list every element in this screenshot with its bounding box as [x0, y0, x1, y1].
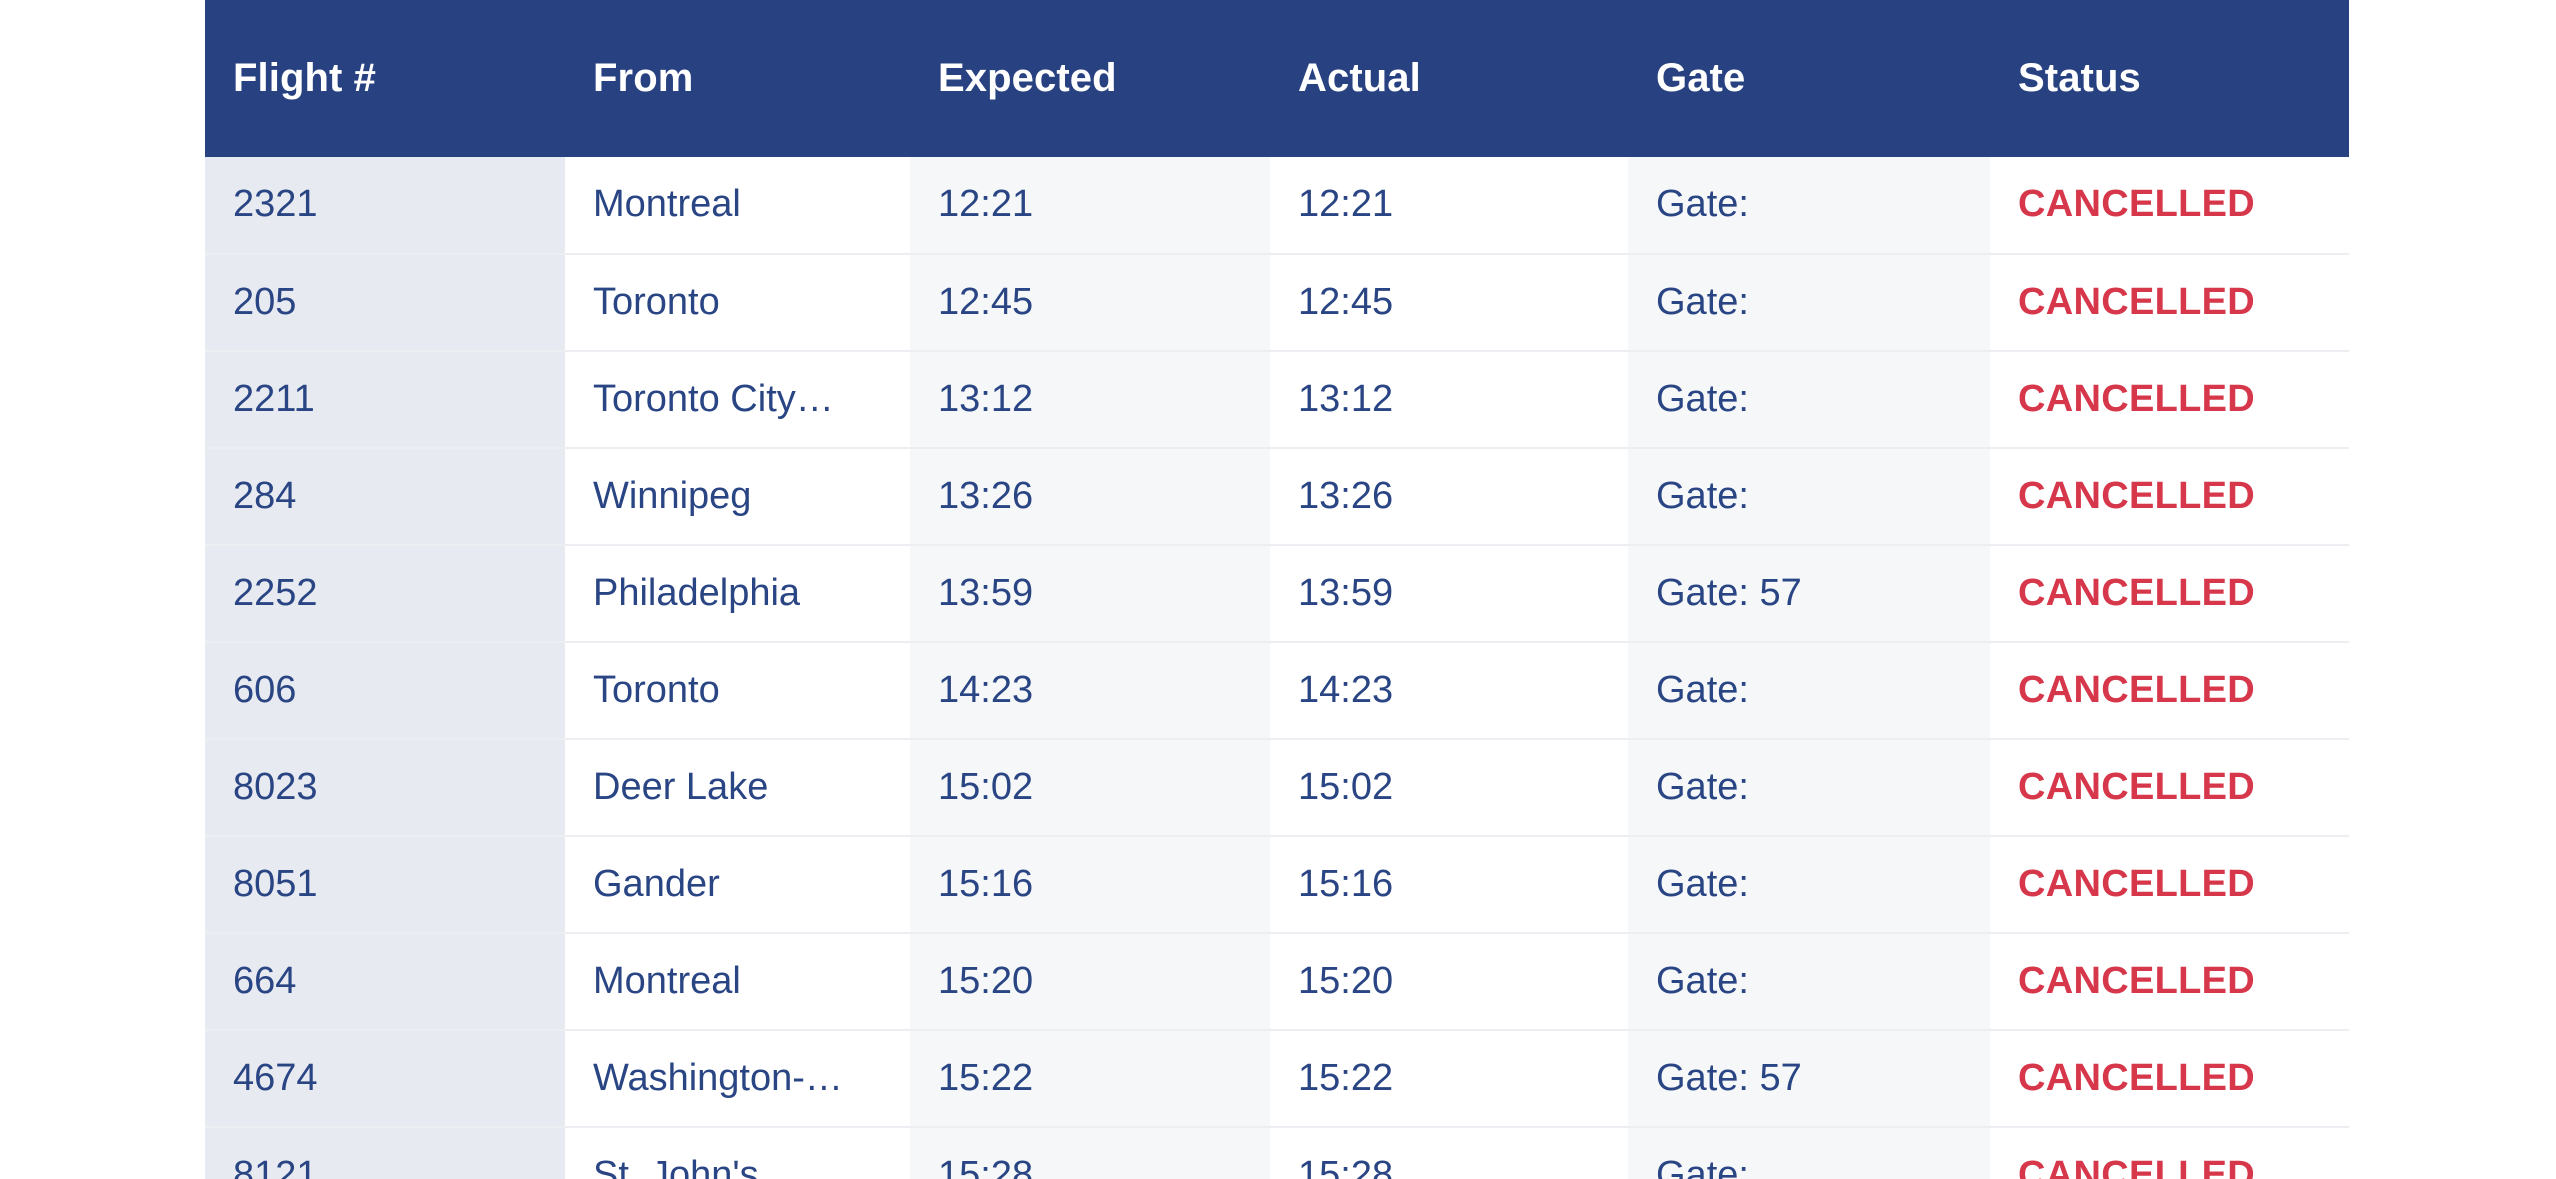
table-row[interactable]: 4674 Washington-… 15:22 15:22 Gate: 57 CANCEL… — [205, 1030, 2349, 1128]
cell-actual: 15:20 — [1270, 933, 1628, 1031]
table-row[interactable]: 606 Toronto 14:23 14:23 Gate: CANCELLED — [205, 642, 2349, 740]
cell-expected: 13:12 — [910, 351, 1270, 449]
cell-actual: 13:12 — [1270, 351, 1628, 449]
cell-status: CANCELLED — [1990, 545, 2349, 643]
flight-arrivals-table: Flight # From Expected Actual Gate Statu… — [205, 0, 2349, 1179]
cell-flight: 664 — [205, 933, 565, 1031]
cell-status: CANCELLED — [1990, 1127, 2349, 1179]
cell-actual: 14:23 — [1270, 642, 1628, 740]
cell-flight: 284 — [205, 448, 565, 546]
cell-expected: 15:28 — [910, 1127, 1270, 1179]
cell-flight: 2321 — [205, 157, 565, 255]
cell-gate: Gate: 57 — [1628, 545, 1990, 643]
cell-flight: 4674 — [205, 1030, 565, 1128]
cell-expected: 15:22 — [910, 1030, 1270, 1128]
column-header-status[interactable]: Status — [1990, 0, 2349, 157]
cell-from: Washington-… — [565, 1030, 910, 1128]
cell-actual: 15:22 — [1270, 1030, 1628, 1128]
cell-gate: Gate: — [1628, 642, 1990, 740]
cell-status: CANCELLED — [1990, 836, 2349, 934]
cell-status: CANCELLED — [1990, 254, 2349, 352]
status-badge: CANCELLED — [2018, 862, 2256, 905]
cell-expected: 12:45 — [910, 254, 1270, 352]
status-badge: CANCELLED — [2018, 1153, 2256, 1179]
column-header-from[interactable]: From — [565, 0, 910, 157]
cell-flight: 8051 — [205, 836, 565, 934]
cell-actual: 12:45 — [1270, 254, 1628, 352]
cell-gate: Gate: — [1628, 448, 1990, 546]
cell-actual: 15:28 — [1270, 1127, 1628, 1179]
cell-status: CANCELLED — [1990, 1030, 2349, 1128]
status-badge: CANCELLED — [2018, 280, 2256, 323]
cell-flight: 205 — [205, 254, 565, 352]
cell-from: Toronto City… — [565, 351, 910, 449]
table-row[interactable]: 2211 Toronto City… 13:12 13:12 Gate: CANCELLE… — [205, 351, 2349, 449]
cell-expected: 15:02 — [910, 739, 1270, 837]
cell-expected: 13:26 — [910, 448, 1270, 546]
cell-actual: 13:59 — [1270, 545, 1628, 643]
table-row[interactable]: 284 Winnipeg 13:26 13:26 Gate: CANCELLED — [205, 448, 2349, 546]
table-row[interactable]: 664 Montreal 15:20 15:20 Gate: CANCELLED — [205, 933, 2349, 1031]
column-header-expected[interactable]: Expected — [910, 0, 1270, 157]
cell-gate: Gate: — [1628, 351, 1990, 449]
table-header: Flight # From Expected Actual Gate Statu… — [205, 0, 2349, 157]
cell-from: Gander — [565, 836, 910, 934]
table-header-row: Flight # From Expected Actual Gate Statu… — [205, 0, 2349, 157]
cell-status: CANCELLED — [1990, 933, 2349, 1031]
cell-from: Deer Lake — [565, 739, 910, 837]
cell-from: Winnipeg — [565, 448, 910, 546]
cell-status: CANCELLED — [1990, 642, 2349, 740]
cell-from: Philadelphia — [565, 545, 910, 643]
table-row[interactable]: 2252 Philadelphia 13:59 13:59 Gate: 57 CANCEL… — [205, 545, 2349, 643]
cell-from: Toronto — [565, 254, 910, 352]
column-header-gate[interactable]: Gate — [1628, 0, 1990, 157]
table-row[interactable]: 205 Toronto 12:45 12:45 Gate: CANCELLED — [205, 254, 2349, 352]
cell-flight: 8121 — [205, 1127, 565, 1179]
cell-from: Toronto — [565, 642, 910, 740]
cell-from: Montreal — [565, 933, 910, 1031]
cell-status: CANCELLED — [1990, 448, 2349, 546]
status-badge: CANCELLED — [2018, 377, 2256, 420]
cell-actual: 15:02 — [1270, 739, 1628, 837]
cell-from: St. John's — [565, 1127, 910, 1179]
cell-expected: 12:21 — [910, 157, 1270, 255]
status-badge: CANCELLED — [2018, 183, 2256, 226]
cell-actual: 12:21 — [1270, 157, 1628, 255]
table-body: 2321 Montreal 12:21 12:21 Gate: CANCELLED 205 T… — [205, 157, 2349, 1179]
cell-expected: 14:23 — [910, 642, 1270, 740]
table-row[interactable]: 8023 Deer Lake 15:02 15:02 Gate: CANCELLED — [205, 739, 2349, 837]
table-row[interactable]: 2321 Montreal 12:21 12:21 Gate: CANCELLED — [205, 157, 2349, 255]
status-badge: CANCELLED — [2018, 1056, 2256, 1099]
cell-expected: 15:16 — [910, 836, 1270, 934]
status-badge: CANCELLED — [2018, 668, 2256, 711]
cell-status: CANCELLED — [1990, 739, 2349, 837]
cell-flight: 2252 — [205, 545, 565, 643]
cell-gate: Gate: 57 — [1628, 1030, 1990, 1128]
flight-board-container: Flight # From Expected Actual Gate Statu… — [205, 0, 2349, 1179]
status-badge: CANCELLED — [2018, 571, 2256, 614]
cell-gate: Gate: — [1628, 1127, 1990, 1179]
cell-flight: 606 — [205, 642, 565, 740]
cell-flight: 2211 — [205, 351, 565, 449]
column-header-flight[interactable]: Flight # — [205, 0, 565, 157]
cell-gate: Gate: — [1628, 933, 1990, 1031]
cell-actual: 13:26 — [1270, 448, 1628, 546]
status-badge: CANCELLED — [2018, 765, 2256, 808]
status-badge: CANCELLED — [2018, 474, 2256, 517]
cell-gate: Gate: — [1628, 739, 1990, 837]
cell-gate: Gate: — [1628, 157, 1990, 255]
table-row[interactable]: 8121 St. John's 15:28 15:28 Gate: CANCELLED — [205, 1127, 2349, 1179]
cell-from: Montreal — [565, 157, 910, 255]
cell-expected: 13:59 — [910, 545, 1270, 643]
cell-actual: 15:16 — [1270, 836, 1628, 934]
cell-gate: Gate: — [1628, 836, 1990, 934]
table-row[interactable]: 8051 Gander 15:16 15:16 Gate: CANCELLED — [205, 836, 2349, 934]
column-header-actual[interactable]: Actual — [1270, 0, 1628, 157]
cell-gate: Gate: — [1628, 254, 1990, 352]
cell-status: CANCELLED — [1990, 351, 2349, 449]
status-badge: CANCELLED — [2018, 959, 2256, 1002]
cell-status: CANCELLED — [1990, 157, 2349, 255]
cell-expected: 15:20 — [910, 933, 1270, 1031]
cell-flight: 8023 — [205, 739, 565, 837]
